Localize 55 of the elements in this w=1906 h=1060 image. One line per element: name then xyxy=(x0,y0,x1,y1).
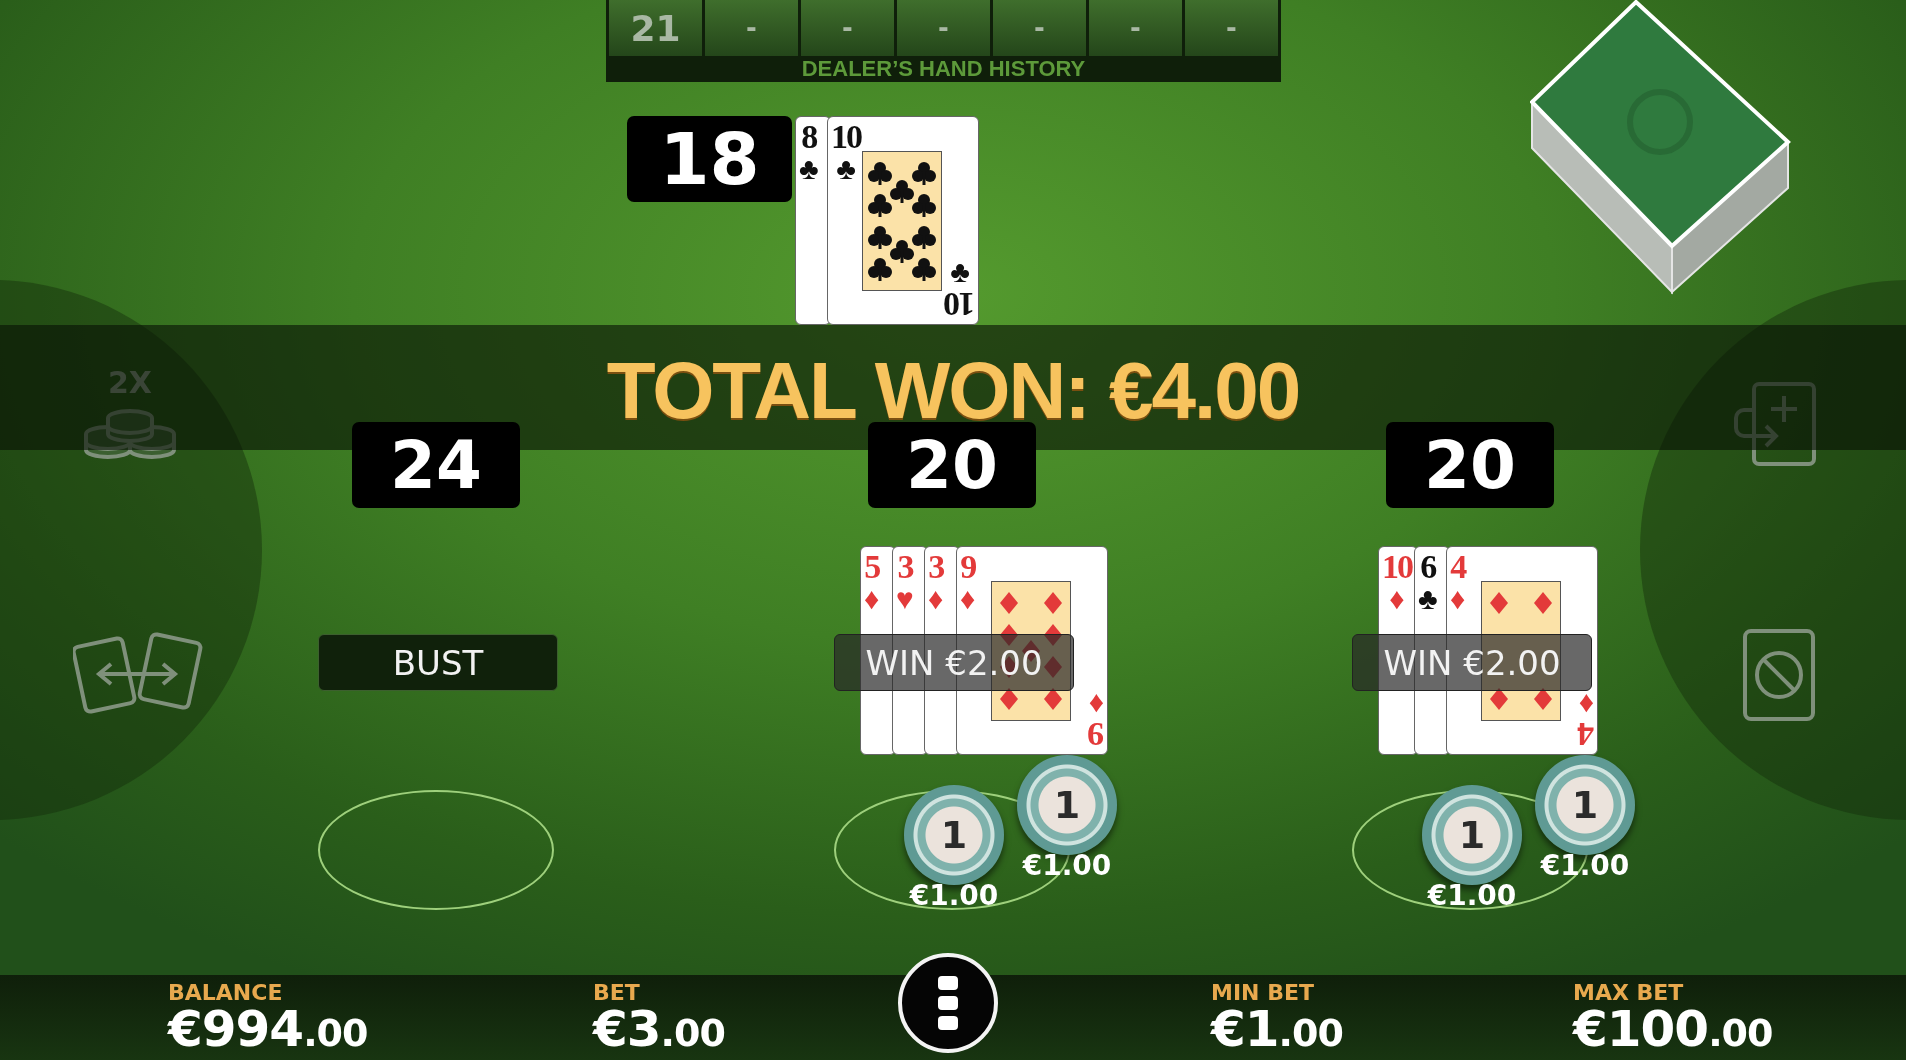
chip: 1 xyxy=(904,785,1004,885)
card-suit: ♣ xyxy=(950,257,970,287)
stat-label: MIN BET xyxy=(1211,981,1315,1004)
card-suit: ♥ xyxy=(896,584,914,614)
card-rank: 3 xyxy=(928,550,944,584)
chip: 1 xyxy=(1017,755,1117,855)
stat-value: €994.00 xyxy=(168,1003,369,1054)
card-rank: 8 xyxy=(801,120,817,154)
hand-result: WIN €2.00 xyxy=(834,634,1074,691)
history-entry: - xyxy=(705,0,798,56)
card-rank: 10 xyxy=(945,287,975,321)
card-rank: 9 xyxy=(1088,717,1104,751)
hand-result: WIN €2.00 xyxy=(1352,634,1592,691)
card-suit: ♦ xyxy=(1088,687,1104,717)
card-rank: 3 xyxy=(897,550,913,584)
history-entry: - xyxy=(993,0,1086,56)
card-suit: ♦ xyxy=(1389,584,1405,614)
history-entry: - xyxy=(897,0,990,56)
card-rank: 5 xyxy=(864,550,880,584)
menu-icon xyxy=(938,975,958,1030)
history-entry: - xyxy=(1089,0,1182,56)
card-suit: ♦ xyxy=(1450,584,1466,614)
hand-result: BUST xyxy=(318,634,558,691)
swap-button[interactable] xyxy=(73,630,203,716)
card-suit: ♣ xyxy=(1418,584,1438,614)
card-suit: ♣ xyxy=(799,154,819,184)
hand-score: 20 xyxy=(868,422,1036,508)
card-rank: 4 xyxy=(1450,550,1466,584)
stat-label: BALANCE xyxy=(168,981,284,1004)
card-suit: ♣ xyxy=(836,154,856,184)
swap-cards-icon xyxy=(73,630,203,716)
chip: 1 xyxy=(1422,785,1522,885)
card-suit: ♦ xyxy=(928,584,944,614)
stat-label: MAX BET xyxy=(1573,981,1685,1004)
chip: 1 xyxy=(1535,755,1635,855)
hand-score: 20 xyxy=(1386,422,1554,508)
stat-value: €1.00 xyxy=(1211,1003,1344,1054)
card-rank: 6 xyxy=(1420,550,1436,584)
stop-button[interactable] xyxy=(1741,627,1817,723)
card-rank: 4 xyxy=(1578,717,1594,751)
card-suit: ♦ xyxy=(864,584,880,614)
stat-value: €3.00 xyxy=(593,1003,726,1054)
stat-value: €100.00 xyxy=(1573,1003,1774,1054)
hand-score: 24 xyxy=(352,422,520,508)
history-entry: - xyxy=(801,0,894,56)
prohibited-icon xyxy=(1741,627,1817,723)
card-suit: ♦ xyxy=(960,584,976,614)
dealer-score: 18 xyxy=(627,116,792,202)
stat-label: BET xyxy=(593,981,641,1004)
history-title: DEALER’S HAND HISTORY xyxy=(800,56,1087,82)
history-entry: - xyxy=(1185,0,1278,56)
card-rank: 9 xyxy=(960,550,976,584)
card-rank: 10 xyxy=(831,120,861,154)
card-rank: 10 xyxy=(1382,550,1412,584)
history-entry: 21 xyxy=(609,0,702,56)
